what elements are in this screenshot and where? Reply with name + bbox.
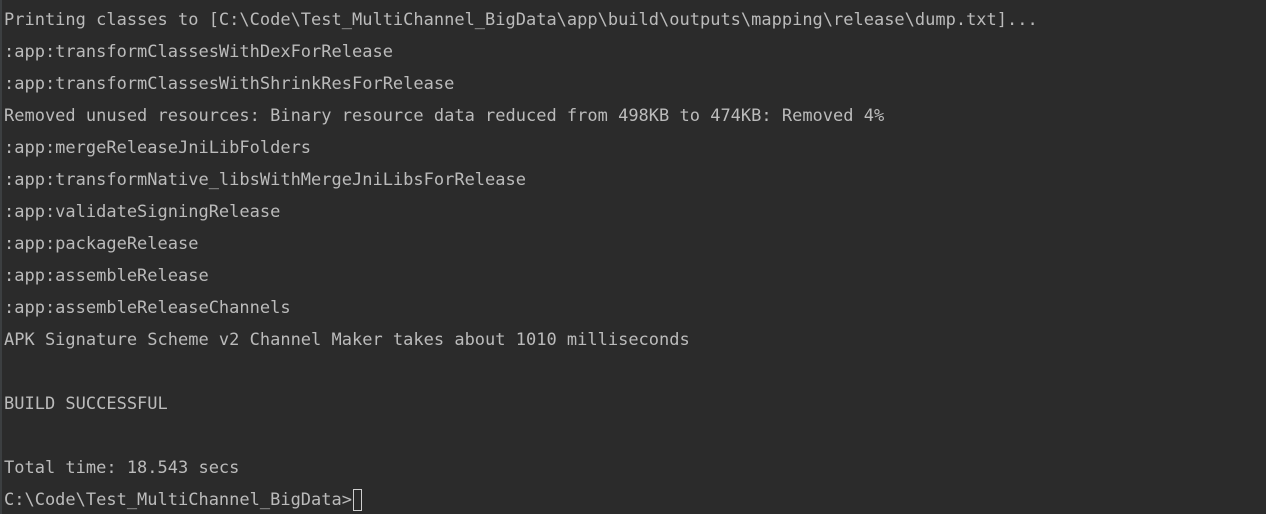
output-line-package-release: :app:packageRelease xyxy=(4,234,199,254)
left-border xyxy=(0,0,2,514)
output-line-total-time: Total time: 18.543 secs xyxy=(4,458,240,478)
command-prompt[interactable]: C:\Code\Test_MultiChannel_BigData> xyxy=(4,484,1266,514)
text-cursor[interactable] xyxy=(353,489,362,511)
output-line-validate-signing: :app:validateSigningRelease xyxy=(4,202,281,222)
output-line-channel-maker: APK Signature Scheme v2 Channel Maker ta… xyxy=(4,330,690,350)
output-line-removed-resources: Removed unused resources: Binary resourc… xyxy=(4,106,885,126)
output-line-merge-jni-lib-folders: :app:mergeReleaseJniLibFolders xyxy=(4,138,312,158)
output-line-blank xyxy=(4,420,1266,452)
output-line-transform-dex: :app:transformClassesWithDexForRelease xyxy=(4,42,393,62)
terminal-window[interactable]: Printing classes to [C:\Code\Test_MultiC… xyxy=(0,0,1266,514)
output-line-printing-classes: Printing classes to [C:\Code\Test_MultiC… xyxy=(4,10,1038,30)
prompt-path: C:\Code\Test_MultiChannel_BigData> xyxy=(4,490,352,510)
output-line-blank xyxy=(4,356,1266,388)
output-line-build-successful: BUILD SUCCESSFUL xyxy=(4,394,168,414)
output-line-assemble-release: :app:assembleRelease xyxy=(4,266,209,286)
output-line-transform-native-libs: :app:transformNative_libsWithMergeJniLib… xyxy=(4,170,526,190)
output-line-transform-shrink-res: :app:transformClassesWithShrinkResForRel… xyxy=(4,74,455,94)
output-line-assemble-release-channels: :app:assembleReleaseChannels xyxy=(4,298,291,318)
